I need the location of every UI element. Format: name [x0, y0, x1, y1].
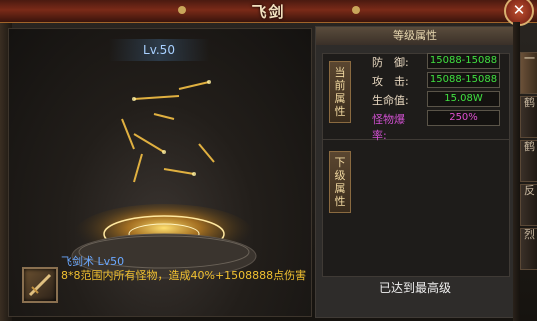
stat-value: 15088-15088: [427, 53, 500, 69]
stat-label: 攻 击:: [372, 75, 409, 88]
stat-label: 怪物爆率:: [372, 113, 405, 142]
right-rail: [513, 22, 520, 321]
stat-label: 生命值:: [372, 94, 409, 107]
current-attributes-tag: 当前属性: [329, 61, 351, 123]
title-bar: 飞剑: [0, 0, 537, 23]
level-attributes-panel: 等级属性 当前属性 下级属性 防 御: 15088-15088 攻 击: 150…: [315, 26, 515, 318]
skill-description: 8*8范围内所有怪物，造成40%+1508888点伤害: [61, 269, 307, 282]
side-tab[interactable]: 反: [520, 184, 537, 226]
side-tab[interactable]: 鹤: [520, 140, 537, 182]
skill-level-badge: Lv.50: [109, 39, 209, 61]
side-tab[interactable]: 烈: [520, 228, 537, 270]
stat-value: 15.08W: [427, 91, 500, 107]
stat-value: 250%: [427, 110, 500, 126]
panel-header: 等级属性: [316, 27, 514, 45]
side-tab[interactable]: 鹤: [520, 96, 537, 138]
stat-value: 15088-15088: [427, 72, 500, 88]
side-tab[interactable]: 一: [520, 52, 537, 94]
skill-window: 飞剑 ✕ Lv.50 飞剑术 Lv50 8*8范围内所有怪物，造成40%+150…: [0, 0, 537, 321]
window-title: 飞剑: [251, 3, 286, 21]
flying-swords-icon: [121, 80, 215, 183]
next-attributes-tag: 下级属性: [329, 151, 351, 213]
skill-preview-stage: Lv.50 飞剑术 Lv50 8*8范围内所有怪物，造成40%+1508888点…: [8, 28, 312, 317]
sword-icon: [28, 273, 52, 297]
max-level-text: 已达到最高级: [378, 281, 451, 295]
side-tabs: 一 鹤 鹤 反 烈: [520, 44, 537, 321]
stat-label: 防 御:: [372, 56, 409, 69]
skill-icon[interactable]: [22, 267, 58, 303]
